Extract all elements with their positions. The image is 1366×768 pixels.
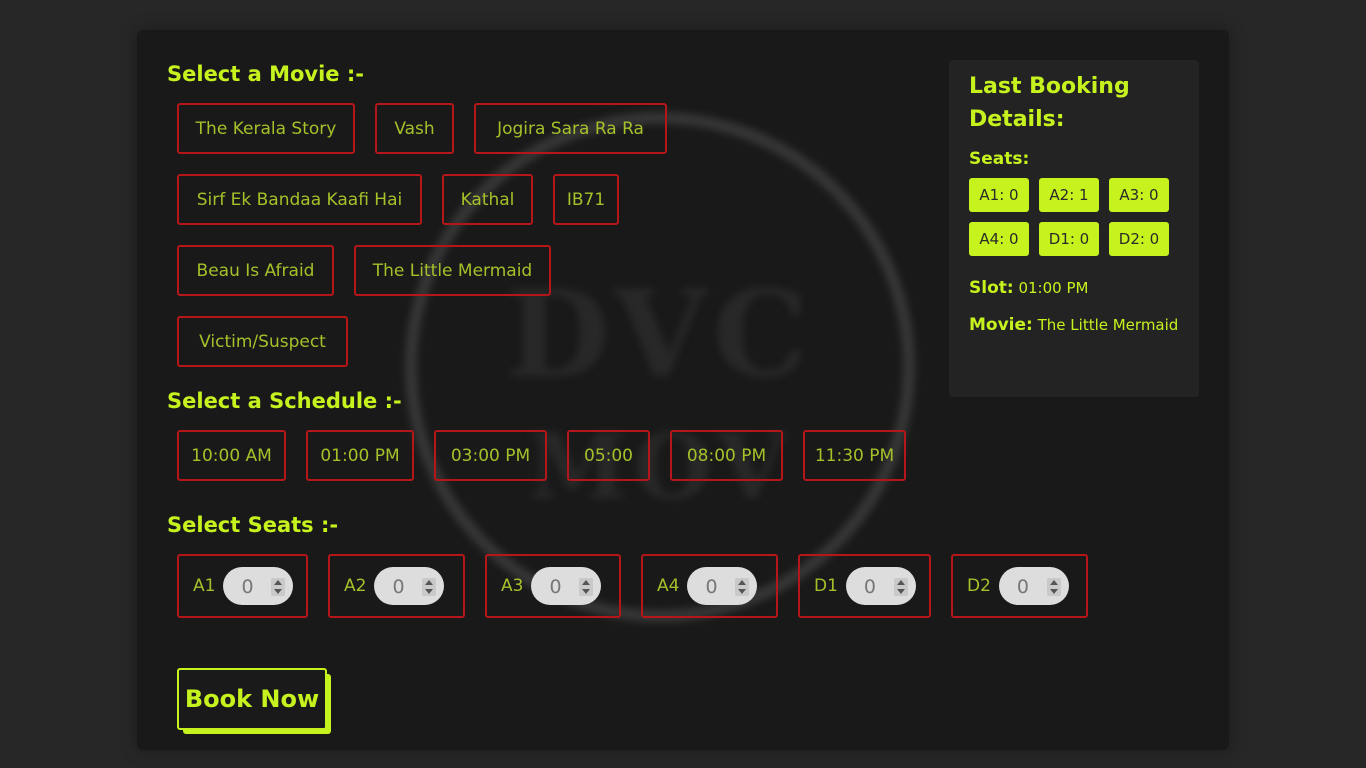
seat-quantity-stepper[interactable]: 0 xyxy=(998,567,1069,605)
movie-option[interactable]: Sirf Ek Bandaa Kaafi Hai xyxy=(177,174,422,225)
movie-option[interactable]: Jogira Sara Ra Ra xyxy=(474,103,667,154)
seat-label: D2 xyxy=(967,576,991,596)
last-booking-slot: Slot: 01:00 PM xyxy=(969,278,1088,298)
schedule-option[interactable]: 08:00 PM xyxy=(670,430,783,481)
select-schedule-heading: Select a Schedule :- xyxy=(167,389,402,413)
seat-quantity-stepper[interactable]: 0 xyxy=(531,567,602,605)
slot-label: Slot: xyxy=(969,278,1014,298)
movie-option[interactable]: The Kerala Story xyxy=(177,103,355,154)
movie-option[interactable]: Beau Is Afraid xyxy=(177,245,334,296)
seat-label: D1 xyxy=(814,576,838,596)
booked-seat-tag: A2: 1 xyxy=(1039,178,1099,212)
slot-value: 01:00 PM xyxy=(1018,279,1089,297)
schedule-option[interactable]: 01:00 PM xyxy=(306,430,414,481)
spinner-arrows-icon[interactable] xyxy=(1046,578,1061,596)
booked-seat-tag: D2: 0 xyxy=(1109,222,1169,256)
book-now-wrapper: Book Now xyxy=(177,668,331,734)
seat-selector-a3: A3 0 xyxy=(485,554,621,618)
movie-option[interactable]: Victim/Suspect xyxy=(177,316,348,367)
seat-quantity-stepper[interactable]: 0 xyxy=(845,567,916,605)
schedule-option[interactable]: 10:00 AM xyxy=(177,430,286,481)
schedule-option[interactable]: 11:30 PM xyxy=(803,430,906,481)
movie-option[interactable]: The Little Mermaid xyxy=(354,245,551,296)
seat-selector-a2: A2 0 xyxy=(328,554,465,618)
spinner-arrows-icon[interactable] xyxy=(893,578,908,596)
spinner-arrows-icon[interactable] xyxy=(271,578,286,596)
booked-seat-tag: D1: 0 xyxy=(1039,222,1099,256)
select-movie-heading: Select a Movie :- xyxy=(167,62,364,86)
spinner-arrows-icon[interactable] xyxy=(735,578,750,596)
seat-selector-d2: D2 0 xyxy=(951,554,1088,618)
seat-label: A1 xyxy=(193,576,216,596)
last-booking-movie: Movie: The Little Mermaid xyxy=(969,315,1178,335)
last-booking-title: Last Booking Details: xyxy=(969,74,1130,132)
seat-quantity-value: 0 xyxy=(705,576,718,598)
seat-quantity-stepper[interactable]: 0 xyxy=(374,567,445,605)
booked-seat-tag: A3: 0 xyxy=(1109,178,1169,212)
book-now-button[interactable]: Book Now xyxy=(177,668,327,730)
seat-label: A2 xyxy=(344,576,367,596)
schedule-option[interactable]: 03:00 PM xyxy=(434,430,547,481)
seat-quantity-value: 0 xyxy=(863,576,876,598)
schedule-option[interactable]: 05:00 xyxy=(567,430,650,481)
last-booking-panel: Last Booking Details: Seats: A1: 0 A2: 1… xyxy=(949,60,1199,397)
seat-quantity-value: 0 xyxy=(241,576,254,598)
booked-seat-tag: A4: 0 xyxy=(969,222,1029,256)
last-booking-seats-label: Seats: xyxy=(969,149,1030,169)
movie-option[interactable]: Vash xyxy=(375,103,454,154)
seat-quantity-stepper[interactable]: 0 xyxy=(223,567,294,605)
movie-value: The Little Mermaid xyxy=(1037,316,1179,334)
movie-option[interactable]: Kathal xyxy=(442,174,533,225)
seat-quantity-value: 0 xyxy=(549,576,562,598)
booked-seat-tag: A1: 0 xyxy=(969,178,1029,212)
seat-quantity-stepper[interactable]: 0 xyxy=(687,567,758,605)
spinner-arrows-icon[interactable] xyxy=(422,578,437,596)
movie-label: Movie: xyxy=(969,315,1033,335)
seat-label: A4 xyxy=(657,576,680,596)
select-seats-heading: Select Seats :- xyxy=(167,513,339,537)
movie-option[interactable]: IB71 xyxy=(553,174,619,225)
seat-selector-d1: D1 0 xyxy=(798,554,931,618)
seat-label: A3 xyxy=(501,576,524,596)
seat-selector-a4: A4 0 xyxy=(641,554,778,618)
seat-selector-a1: A1 0 xyxy=(177,554,308,618)
spinner-arrows-icon[interactable] xyxy=(579,578,594,596)
seat-quantity-value: 0 xyxy=(1016,576,1029,598)
booking-app: DVC MOV Select a Movie :- The Kerala Sto… xyxy=(137,30,1229,750)
seat-quantity-value: 0 xyxy=(392,576,405,598)
